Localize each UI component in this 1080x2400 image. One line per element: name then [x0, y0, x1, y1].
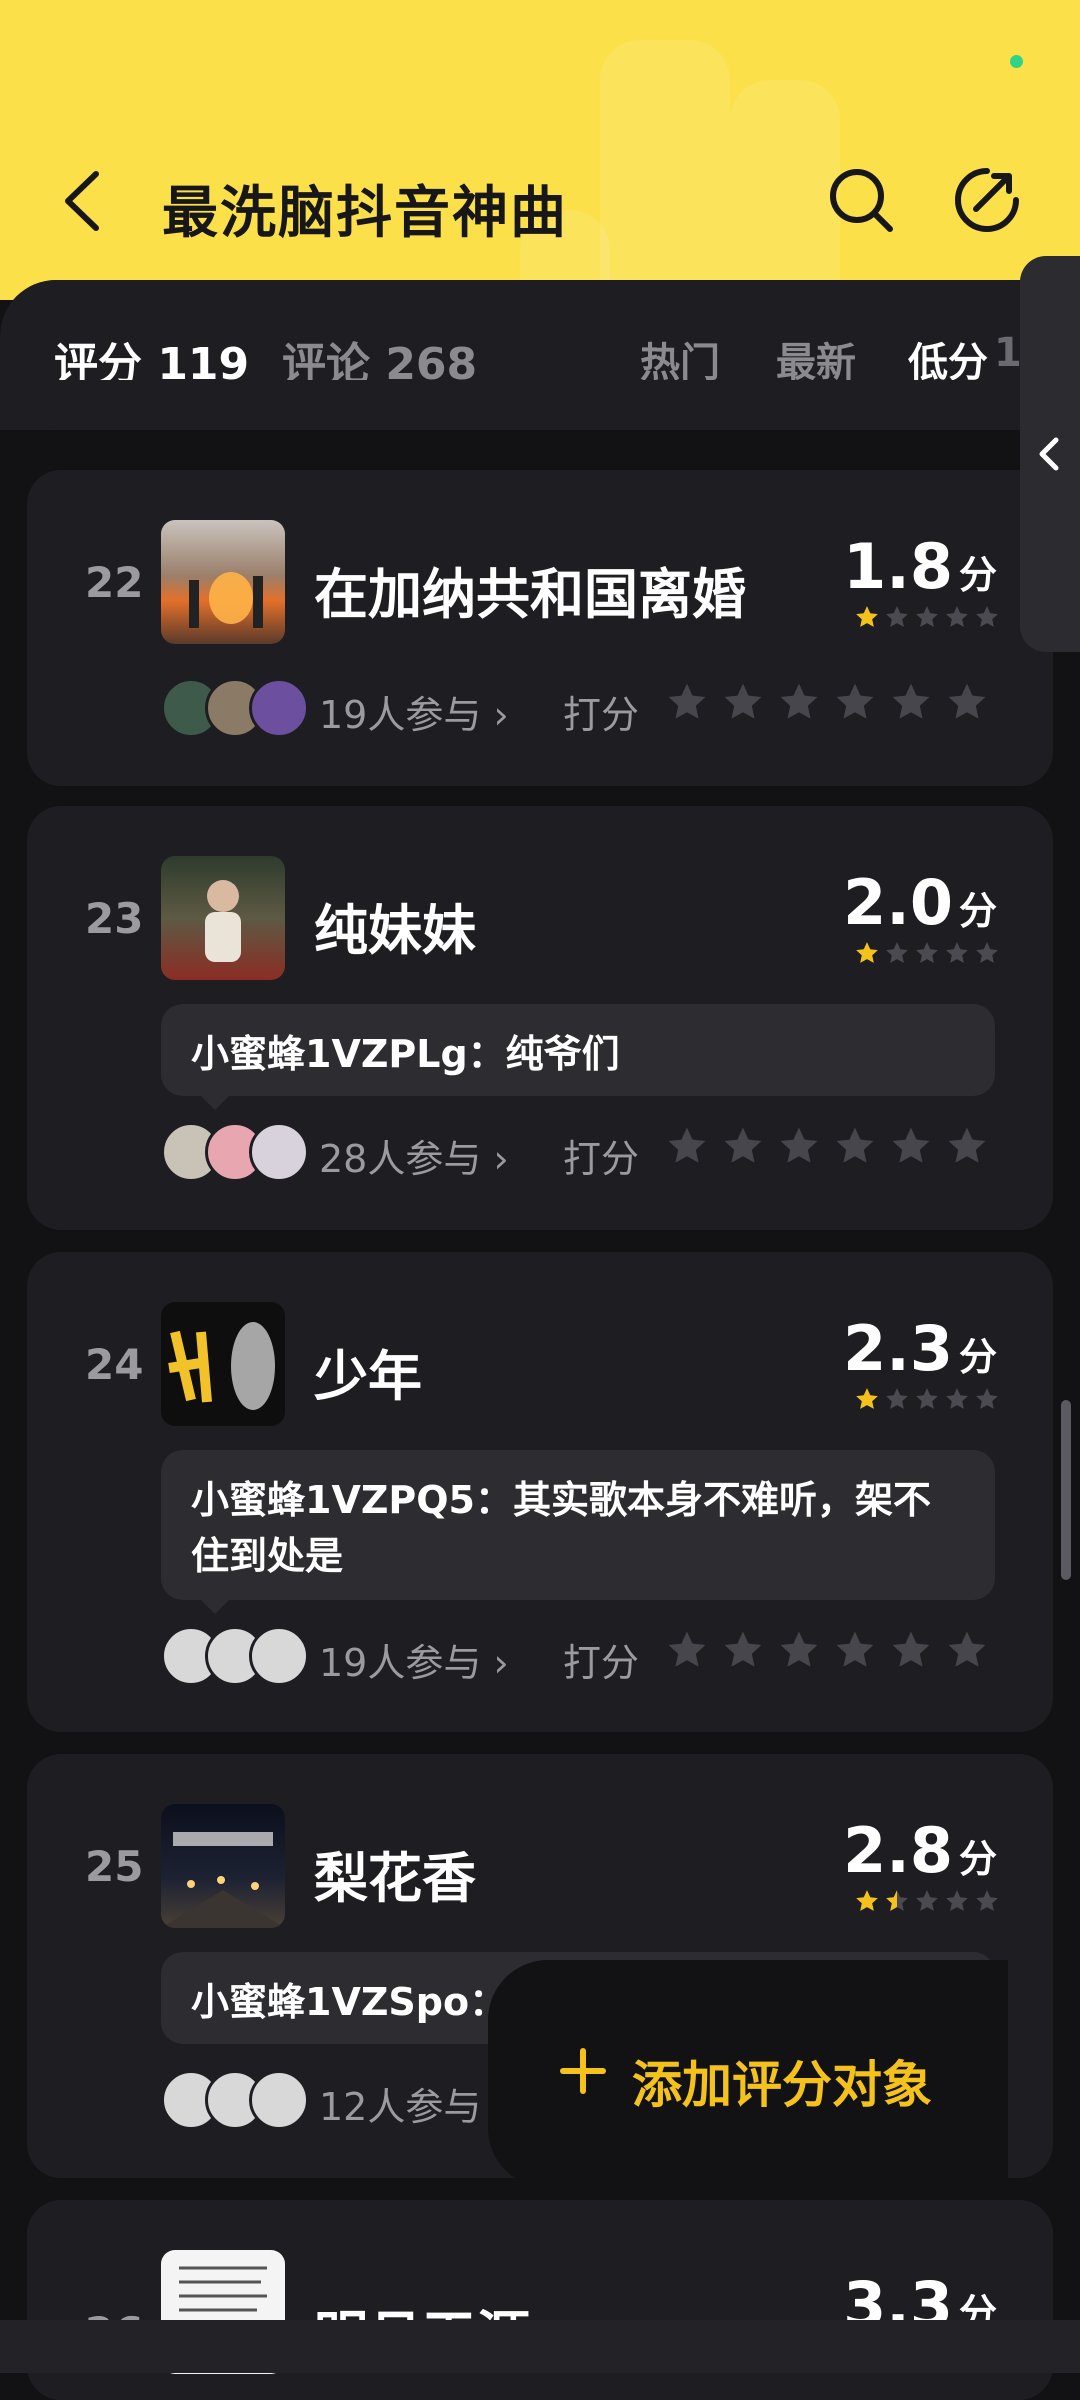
song-title: 纯妹妹	[314, 899, 476, 962]
participants-link[interactable]: 28人参与 ›	[319, 1128, 509, 1183]
participant-avatars[interactable]	[161, 1626, 311, 1686]
add-rating-label: 添加评分对象	[632, 2056, 932, 2114]
song-title: 梨花香	[314, 1847, 476, 1910]
avatar	[249, 678, 309, 738]
star-filled-icon	[856, 942, 878, 963]
mini-star-rating	[853, 604, 1001, 630]
song-title: 在加纳共和国离婚	[314, 563, 746, 626]
avatar	[249, 1122, 309, 1182]
album-cover[interactable]	[161, 856, 285, 980]
star-icon[interactable]	[777, 1124, 821, 1168]
star-filled-icon	[856, 1388, 878, 1409]
star-icon[interactable]	[777, 1628, 821, 1672]
rank-number: 22	[85, 558, 144, 607]
star-empty-icon	[916, 942, 938, 963]
star-icon[interactable]	[945, 1628, 989, 1672]
avatar	[249, 1626, 309, 1686]
star-half-icon[interactable]	[665, 680, 709, 724]
bottom-bar	[0, 2320, 1080, 2373]
rate-stars[interactable]	[665, 680, 989, 724]
mini-star-rating	[853, 940, 1001, 966]
star-filled-icon	[856, 1890, 878, 1911]
participants-link[interactable]: 19人参与 ›	[319, 1632, 509, 1687]
star-empty-icon	[976, 606, 998, 627]
rate-label: 打分	[563, 1137, 640, 1181]
star-icon[interactable]	[833, 1628, 877, 1672]
participant-avatars[interactable]	[161, 2070, 311, 2130]
score-value: 1.8 分	[843, 530, 997, 603]
star-empty-icon	[946, 942, 968, 963]
top-comment[interactable]: 小蜜蜂1VZPLg：纯爷们	[161, 1004, 995, 1110]
star-empty-icon	[886, 1388, 908, 1409]
star-empty-icon	[886, 606, 908, 627]
star-empty-icon	[976, 1890, 998, 1911]
list-item[interactable]: 22 在加纳共和国离婚 1.8 分 19人参与 › 打分	[27, 470, 1053, 786]
rank-number: 24	[85, 1340, 144, 1389]
star-icon[interactable]	[721, 1628, 765, 1672]
list-item[interactable]: 24 少年 2.3 分 小蜜蜂1VZPQ5：其实歌本身不难听，架不住到处是 19人…	[27, 1252, 1053, 1732]
star-icon[interactable]	[889, 1628, 933, 1672]
star-icon[interactable]	[833, 680, 877, 724]
star-filled-icon	[856, 606, 878, 627]
chevron-left-icon[interactable]	[58, 168, 108, 234]
star-empty-icon	[916, 1890, 938, 1911]
mini-star-rating	[853, 1888, 1001, 1914]
participant-avatars[interactable]	[161, 678, 311, 738]
star-half-icon[interactable]	[665, 1628, 709, 1672]
star-empty-icon	[886, 942, 908, 963]
star-icon[interactable]	[889, 1124, 933, 1168]
star-empty-icon	[916, 1388, 938, 1409]
star-empty-icon	[946, 606, 968, 627]
star-icon[interactable]	[833, 1124, 877, 1168]
rank-number: 25	[85, 1842, 144, 1891]
rank-number: 23	[85, 894, 144, 943]
side-panel-handle[interactable]	[1020, 256, 1080, 652]
star-icon[interactable]	[945, 1124, 989, 1168]
album-cover[interactable]	[161, 1804, 285, 1928]
participants-link[interactable]: 12人参与 ›	[319, 2076, 509, 2131]
score-value: 2.0 分	[843, 866, 997, 939]
album-cover[interactable]	[161, 1302, 285, 1426]
star-icon[interactable]	[721, 680, 765, 724]
star-half-icon[interactable]	[665, 1124, 709, 1168]
participant-avatars[interactable]	[161, 1122, 311, 1182]
share-icon[interactable]	[952, 165, 1022, 235]
rate-label: 打分	[563, 693, 640, 737]
star-empty-icon	[976, 1388, 998, 1409]
rate-label: 打分	[563, 1641, 640, 1685]
score-value: 2.3 分	[843, 1312, 997, 1385]
status-dot	[1010, 55, 1023, 68]
participants-link[interactable]: 19人参与 ›	[319, 684, 509, 739]
header-banner: 最洗脑抖音神曲	[0, 0, 1080, 300]
star-half-icon	[886, 1890, 908, 1911]
song-title: 少年	[314, 1345, 422, 1408]
avatar	[249, 2070, 309, 2130]
star-icon[interactable]	[777, 680, 821, 724]
rate-stars[interactable]	[665, 1628, 989, 1672]
album-cover[interactable]	[161, 520, 285, 644]
star-empty-icon	[976, 942, 998, 963]
mini-star-rating	[853, 1386, 1001, 1412]
page-title: 最洗脑抖音神曲	[162, 181, 568, 246]
star-empty-icon	[946, 1388, 968, 1409]
plus-icon	[560, 2048, 606, 2094]
star-icon[interactable]	[889, 680, 933, 724]
star-icon[interactable]	[721, 1124, 765, 1168]
banner-decoration	[600, 40, 730, 300]
star-empty-icon	[946, 1890, 968, 1911]
scrollbar[interactable]	[1061, 1400, 1071, 1580]
top-comment[interactable]: 小蜜蜂1VZPQ5：其实歌本身不难听，架不住到处是	[161, 1450, 995, 1614]
score-value: 2.8 分	[843, 1814, 997, 1887]
search-icon[interactable]	[826, 165, 896, 235]
rate-stars[interactable]	[665, 1124, 989, 1168]
previous-card-edge	[27, 380, 1053, 430]
star-icon[interactable]	[945, 680, 989, 724]
list-item[interactable]: 23 纯妹妹 2.0 分 小蜜蜂1VZPLg：纯爷们 28人参与 › 打分	[27, 806, 1053, 1230]
banner-decoration	[730, 80, 840, 300]
star-empty-icon	[916, 606, 938, 627]
chevron-left-icon	[1039, 437, 1059, 471]
